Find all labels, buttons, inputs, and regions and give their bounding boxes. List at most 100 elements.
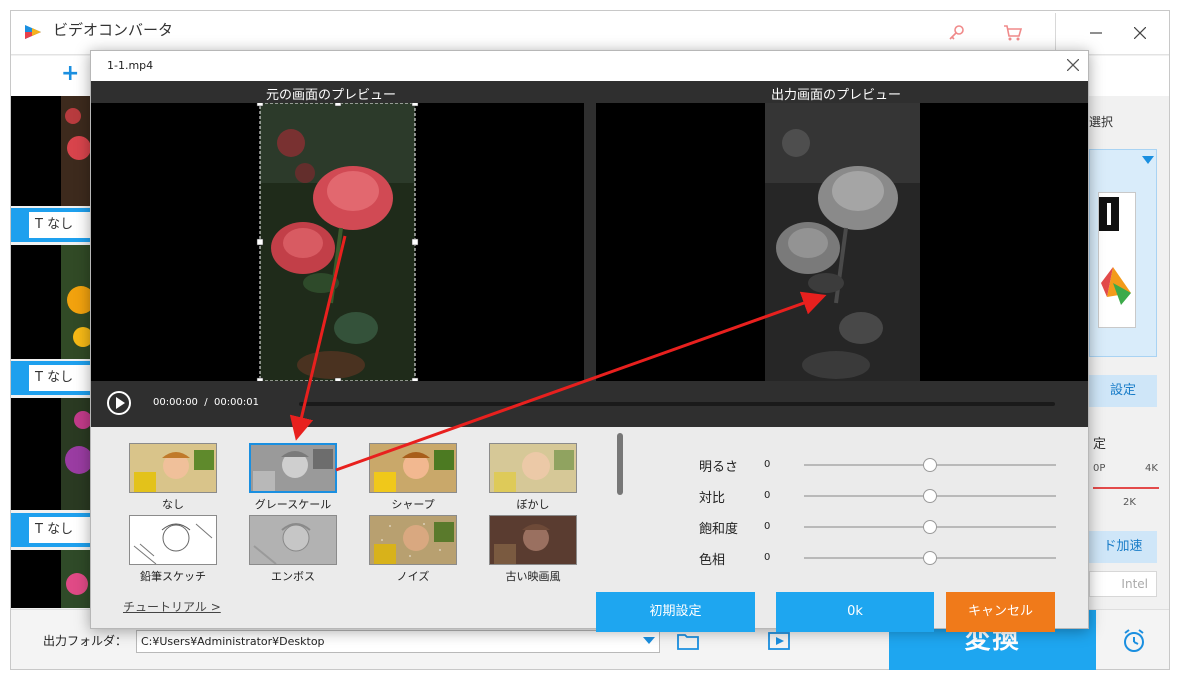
text-label: なし (47, 522, 74, 537)
ok-button[interactable]: 0k (776, 592, 934, 632)
filter-label: 古い映画風 (505, 570, 561, 583)
preview-area: 元の画面のプレビュー 出力画面のプレビュー 00:00:00 / 00:00:0… (91, 81, 1088, 427)
video-thumbnail[interactable] (11, 550, 91, 608)
effects-dialog: 1-1.mp4 元の画面のプレビュー 出力画面のプレビュー 00:00:00 /… (90, 50, 1089, 632)
brightness-label: 明るさ (699, 460, 739, 475)
tick-2k: 2K (1123, 497, 1136, 508)
filter-thumbnail (369, 515, 457, 565)
close-icon[interactable] (1125, 19, 1155, 47)
total-time: 00:00:01 (214, 397, 259, 408)
app-logo-icon (25, 25, 41, 39)
current-time: 00:00:00 (153, 397, 198, 408)
video-thumbnail[interactable] (11, 398, 91, 510)
original-preview[interactable] (91, 103, 584, 381)
contrast-label: 対比 (699, 491, 726, 506)
filter-scrollbar[interactable] (617, 433, 623, 495)
filter-thumbnail (249, 443, 337, 493)
list-item[interactable]: T なし (11, 513, 91, 547)
filter-label: エンボス (271, 570, 315, 583)
output-path-value: C:¥Users¥Administrator¥Desktop (141, 635, 325, 648)
dialog-footer: チュートリアル > 初期設定 0k キャンセル (91, 588, 1088, 632)
filters-area: なし グレースケール シャープ ぼかし 鉛筆スケッチ エンボス ノイズ 古い映画… (91, 427, 1088, 588)
time-separator: / (204, 397, 208, 408)
filter-thumbnail (129, 515, 217, 565)
contrast-value: 0 (764, 490, 771, 501)
quality-track (1093, 487, 1159, 489)
add-file-icon[interactable]: + (61, 61, 79, 86)
list-item[interactable]: T なし (11, 208, 91, 242)
text-label: なし (47, 217, 74, 232)
hue-label: 色相 (699, 553, 726, 568)
saturation-label: 飽和度 (699, 522, 739, 537)
text-icon: T (35, 217, 48, 232)
filter-thumbnail (489, 443, 577, 493)
dialog-title: 1-1.mp4 (107, 59, 154, 72)
playback-bar: 00:00:00 / 00:00:01 (91, 381, 1088, 427)
filter-grayscale[interactable]: グレースケール (247, 443, 339, 515)
output-format-preset[interactable] (1089, 149, 1157, 357)
filter-pencil-sketch[interactable]: 鉛筆スケッチ (127, 515, 219, 587)
output-preview (596, 103, 1088, 381)
list-item[interactable]: T なし (11, 361, 91, 395)
text-icon: T (35, 370, 48, 385)
output-preview-label: 出力画面のプレビュー (771, 88, 902, 103)
original-preview-label: 元の画面のプレビュー (266, 88, 397, 103)
filter-blur[interactable]: ぼかし (487, 443, 579, 515)
format-select-label: 選択 (1089, 115, 1114, 129)
filter-thumbnail (249, 515, 337, 565)
filter-label: ノイズ (396, 570, 430, 583)
filter-emboss[interactable]: エンボス (247, 515, 339, 587)
seek-bar[interactable] (299, 402, 1055, 406)
folder-icon[interactable] (676, 630, 700, 652)
reset-button[interactable]: 初期設定 (596, 592, 755, 632)
intel-badge: Intel (1089, 571, 1157, 597)
tutorial-link[interactable]: チュートリアル > (123, 598, 221, 615)
saturation-value: 0 (764, 521, 771, 532)
film-icon[interactable] (767, 630, 791, 652)
filter-label: ぼかし (516, 498, 550, 511)
video-thumbnail[interactable] (11, 245, 91, 359)
tick-4k: 4K (1145, 463, 1158, 474)
quality-slider[interactable]: 0P 4K 2K (1093, 463, 1159, 515)
key-icon[interactable] (945, 21, 969, 45)
filter-label: グレースケール (254, 498, 332, 511)
app-title: ビデオコンバータ (53, 21, 174, 39)
filter-sharpen[interactable]: シャープ (367, 443, 459, 515)
hue-value: 0 (764, 552, 771, 563)
settings-button[interactable]: 設定 (1089, 375, 1157, 407)
filter-label: シャープ (391, 498, 435, 511)
time-display: 00:00:00 / 00:00:01 (153, 397, 259, 408)
play-icon[interactable] (107, 391, 131, 415)
chevron-down-icon (1142, 156, 1154, 164)
hw-accel-button[interactable]: ド加速 (1089, 531, 1157, 563)
brightness-slider-knob[interactable] (923, 458, 937, 472)
filter-noise[interactable]: ノイズ (367, 515, 459, 587)
filter-thumbnail (489, 515, 577, 565)
video-thumbnail[interactable] (11, 96, 91, 206)
output-folder-label: 出力フォルダ： (43, 634, 128, 648)
quality-label: 定 (1093, 437, 1107, 452)
saturation-slider-knob[interactable] (923, 520, 937, 534)
cart-icon[interactable] (1001, 21, 1025, 45)
tick-480p: 0P (1093, 463, 1106, 474)
cancel-button[interactable]: キャンセル (946, 592, 1055, 632)
title-bar: ビデオコンバータ (11, 11, 1169, 55)
dialog-close-icon[interactable] (1061, 54, 1085, 78)
contrast-slider-knob[interactable] (923, 489, 937, 503)
filter-thumbnail (129, 443, 217, 493)
text-label: なし (47, 370, 74, 385)
minimize-icon[interactable] (1081, 19, 1111, 47)
dropdown-arrow-icon[interactable] (643, 637, 655, 644)
hue-slider-knob[interactable] (923, 551, 937, 565)
filter-old-film[interactable]: 古い映画風 (487, 515, 579, 587)
format-card (1098, 192, 1136, 328)
dialog-title-bar: 1-1.mp4 (91, 51, 1088, 81)
filter-label: 鉛筆スケッチ (140, 570, 206, 583)
brightness-value: 0 (764, 459, 771, 470)
title-separator (1055, 13, 1056, 51)
filter-thumbnail (369, 443, 457, 493)
alarm-clock-icon[interactable] (1121, 628, 1147, 654)
filter-none[interactable]: なし (127, 443, 219, 515)
output-path-field[interactable]: C:¥Users¥Administrator¥Desktop (136, 630, 660, 653)
text-icon: T (35, 522, 48, 537)
